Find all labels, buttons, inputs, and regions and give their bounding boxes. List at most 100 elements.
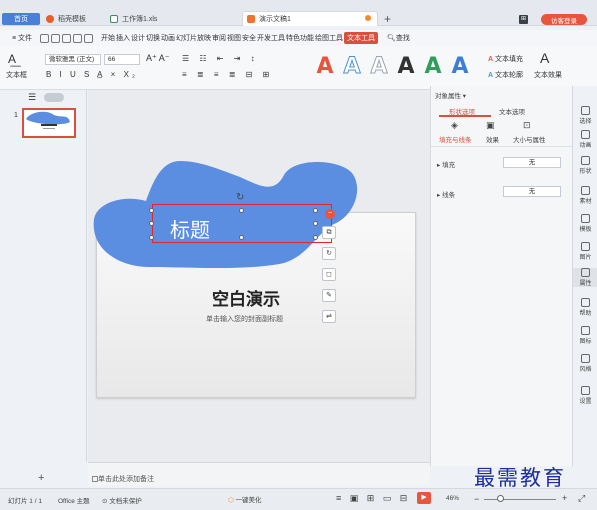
textbox-icon[interactable]: A͟ xyxy=(8,52,16,66)
subtab-size-properties[interactable]: 大小与属性 xyxy=(513,134,546,144)
wordart-style-2[interactable]: A xyxy=(340,54,364,80)
theme-name[interactable]: Office 主题 xyxy=(58,495,90,505)
menu-text-tools[interactable]: 文本工具 xyxy=(344,32,379,44)
side-help[interactable]: 帮助 xyxy=(573,298,597,317)
resize-handle-n[interactable] xyxy=(239,208,244,213)
menu-drawing-tools[interactable]: 绘图工具 xyxy=(315,33,343,43)
menu-design[interactable]: 设计 xyxy=(131,33,145,43)
zoom-in-icon[interactable]: + xyxy=(562,493,567,503)
resize-handle-e[interactable] xyxy=(313,221,318,226)
menu-animation[interactable]: 动画 xyxy=(161,33,175,43)
align-buttons[interactable]: ≡ ≣ ≡ ≣ ⊟ ⊞ xyxy=(182,70,273,79)
fit-window-icon[interactable]: ⤢ xyxy=(578,493,585,504)
text-fill-button[interactable]: A 文本填充 xyxy=(488,54,523,64)
zoom-slider[interactable] xyxy=(484,499,556,500)
wordart-style-5[interactable]: A xyxy=(421,54,445,80)
font-style-buttons[interactable]: B I U S A̲ × X₂ xyxy=(46,70,138,79)
protect-status[interactable]: ⊙ 文档未保护 xyxy=(102,495,142,505)
side-settings[interactable]: 设置 xyxy=(573,386,597,405)
beautify-button[interactable]: ⬡ 一键美化 xyxy=(228,494,262,504)
tab-text-options[interactable]: 文本选项 xyxy=(499,106,525,116)
resize-handle-s[interactable] xyxy=(239,235,244,240)
play-slideshow-button[interactable]: ▶ xyxy=(417,492,431,504)
resize-handle-ne[interactable] xyxy=(313,208,318,213)
side-animation[interactable]: 动画 xyxy=(573,130,597,149)
new-tab-button[interactable]: + xyxy=(384,12,391,26)
login-button[interactable]: 访客登录 xyxy=(541,14,587,25)
add-slide-button[interactable]: + xyxy=(38,472,44,484)
redo-icon[interactable] xyxy=(84,33,94,43)
menu-features[interactable]: 特色功能 xyxy=(286,33,314,43)
layout-options-icon[interactable]: ⧉ xyxy=(322,226,336,239)
save-icon[interactable] xyxy=(40,33,50,43)
resize-handle-nw[interactable] xyxy=(149,208,154,213)
wordart-style-6[interactable]: A xyxy=(448,54,472,80)
zoom-level[interactable]: 46% xyxy=(446,495,459,502)
resize-handle-se[interactable] xyxy=(313,235,318,240)
view-mode-buttons[interactable]: ≡ ▣ ⊞ ▭ ⊟ xyxy=(336,493,410,504)
font-size-select[interactable]: 66 xyxy=(104,54,140,65)
menu-slideshow[interactable]: 幻灯片放映 xyxy=(176,33,211,43)
outline-pen-icon[interactable]: ✎ xyxy=(322,289,336,302)
window-layout-icon[interactable]: ⊞ xyxy=(519,15,528,24)
file-menu[interactable]: ≡ 文件 xyxy=(12,33,32,43)
font-name-select[interactable]: 微软雅黑 (正文) xyxy=(45,54,101,65)
slide-title[interactable]: 空白演示 xyxy=(212,285,280,310)
line-select[interactable]: 无 xyxy=(503,186,561,197)
subtab-fill-line[interactable]: 填充与线条 xyxy=(439,134,472,144)
tab-docer[interactable]: 稻壳模板 xyxy=(46,12,104,26)
menu-review[interactable]: 审阅 xyxy=(212,33,226,43)
side-icons[interactable]: 图标 xyxy=(573,326,597,345)
fill-select[interactable]: 无 xyxy=(503,157,561,168)
wordart-style-1[interactable]: A xyxy=(313,54,337,80)
preview-icon[interactable] xyxy=(62,33,72,43)
menu-view[interactable]: 视图 xyxy=(227,33,241,43)
side-style[interactable]: 风格 xyxy=(573,354,597,373)
print-icon[interactable] xyxy=(51,33,61,43)
font-grow-icon[interactable]: A⁺ A⁻ xyxy=(146,53,170,64)
slide-thumbnail[interactable] xyxy=(22,108,76,138)
text-effect-icon[interactable]: A xyxy=(540,50,549,66)
panel-header[interactable]: 对象属性 ▾ xyxy=(435,90,466,100)
menu-start[interactable]: 开始 xyxy=(101,33,115,43)
rotate-handle-icon[interactable]: ↻ xyxy=(236,192,244,203)
textbox-button[interactable]: 文本框 xyxy=(6,70,27,80)
notes-placeholder[interactable]: 单击此处添加备注 xyxy=(98,474,154,484)
thumbnail-view-toggle[interactable]: ☰ xyxy=(28,92,36,103)
list-buttons[interactable]: ☰ ☷ ⇤ ⇥ ↕ xyxy=(182,54,259,63)
search-button[interactable]: 🔍︎查找 xyxy=(387,33,410,43)
wordart-style-3[interactable]: A xyxy=(367,54,391,80)
outline-view-toggle[interactable] xyxy=(44,93,64,102)
title-placeholder[interactable]: 标题 xyxy=(170,214,210,243)
zoom-out-icon[interactable]: − xyxy=(474,494,479,504)
wordart-style-4[interactable]: A xyxy=(394,54,418,80)
tab-presentation[interactable]: 演示文稿1 xyxy=(242,11,378,26)
text-outline-button[interactable]: A 文本轮廓 xyxy=(488,70,523,80)
side-select[interactable]: 选择 xyxy=(573,106,597,125)
subtab-effects[interactable]: 效果 xyxy=(486,134,499,144)
side-shapes[interactable]: 形状 xyxy=(573,156,597,175)
menu-insert[interactable]: 插入 xyxy=(116,33,130,43)
resize-handle-sw[interactable] xyxy=(149,235,154,240)
animation-icon[interactable]: ⇌ xyxy=(322,310,336,323)
size-properties-icon[interactable]: ⊡ xyxy=(523,120,531,131)
menu-transition[interactable]: 切换 xyxy=(146,33,160,43)
delete-shape-icon[interactable]: − xyxy=(325,209,335,219)
fill-line-icon[interactable]: ◈ xyxy=(451,120,458,131)
side-assets[interactable]: 素材 xyxy=(573,186,597,205)
slide-subtitle[interactable]: 单击输入您的封面副标题 xyxy=(206,314,283,324)
side-templates[interactable]: 模板 xyxy=(573,214,597,233)
tab-workbook[interactable]: 工作簿1.xls xyxy=(110,12,234,26)
text-effect-button[interactable]: 文本效果 xyxy=(534,70,562,80)
rotate-options-icon[interactable]: ↻ xyxy=(322,247,336,260)
side-properties[interactable]: 属性 xyxy=(573,268,597,287)
undo-icon[interactable] xyxy=(73,33,83,43)
menu-devtools[interactable]: 开发工具 xyxy=(257,33,285,43)
menu-security[interactable]: 安全 xyxy=(242,33,256,43)
side-pictures[interactable]: 图片 xyxy=(573,242,597,261)
zoom-slider-thumb[interactable] xyxy=(497,495,504,502)
tab-home[interactable]: 首页 xyxy=(2,13,40,25)
fill-label[interactable]: ▸ 填充 xyxy=(437,159,455,169)
effects-icon[interactable]: ▣ xyxy=(486,120,495,131)
shape-style-icon[interactable]: ◻ xyxy=(322,268,336,281)
